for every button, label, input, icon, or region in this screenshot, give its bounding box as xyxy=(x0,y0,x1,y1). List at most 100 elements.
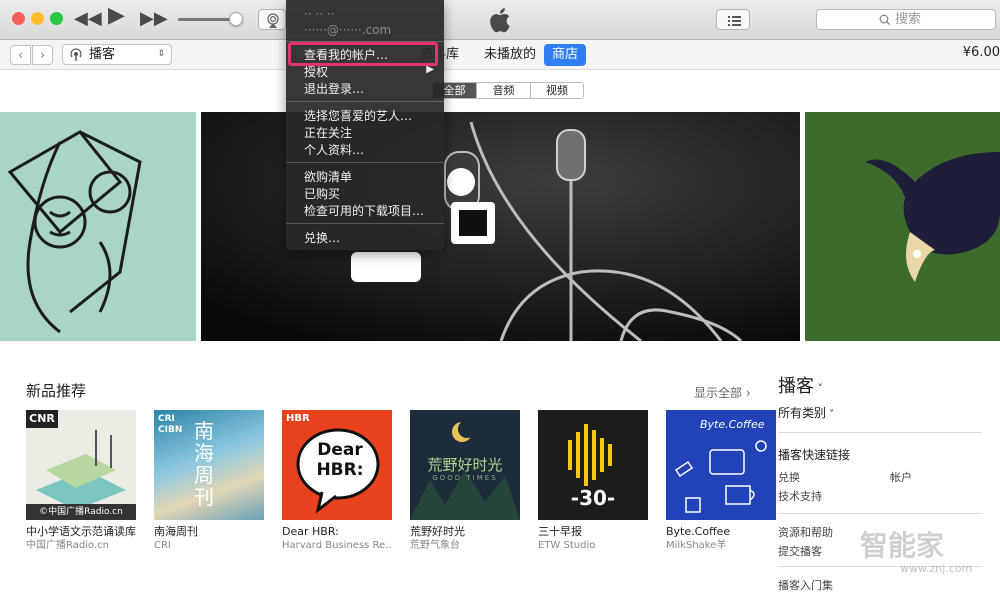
podcast-card[interactable]: HBR Dear HBR: Dear HBR: Harvard Business… xyxy=(282,410,392,552)
podcast-card[interactable]: 荒野好时光 GOOD TIMES 荒野好时光 荒野气象台 xyxy=(410,410,520,552)
divider xyxy=(778,432,982,433)
sidebar-title[interactable]: 播客 ˅ xyxy=(778,372,823,398)
podcast-author[interactable]: Harvard Business Re... xyxy=(282,539,392,552)
featured-banner-left[interactable] xyxy=(0,112,196,341)
podcast-title[interactable]: Dear HBR: xyxy=(282,525,392,539)
airplay-button[interactable] xyxy=(258,9,286,30)
podcast-title[interactable]: 南海周刊 xyxy=(154,525,264,539)
artwork-logo-text: CRI CIBN xyxy=(158,414,183,435)
sidebar-title-label: 播客 xyxy=(778,376,814,397)
resources-title: 资源和帮助 xyxy=(778,526,833,539)
minimize-window-button[interactable] xyxy=(31,12,44,25)
menu-separator xyxy=(286,162,444,163)
podcast-card[interactable]: CNR ©中国广播Radio.cn 中小学语文示范诵读库 中国广播Radio.c… xyxy=(26,410,136,552)
category-select[interactable]: 所有类别 ˅ xyxy=(778,404,834,421)
chevron-down-icon: ˅ xyxy=(814,382,823,395)
menu-item-sign-out[interactable]: 退出登录… xyxy=(304,81,364,97)
artwork-caption: ©中国广播Radio.cn xyxy=(26,504,136,520)
close-window-button[interactable] xyxy=(12,12,25,25)
link-submit-podcast[interactable]: 提交播客 xyxy=(778,543,822,559)
podcast-card[interactable]: CRI CIBN 南海周刊 南海周刊 CRI xyxy=(154,410,264,552)
media-filter-segments: 全部 音频 视频 xyxy=(432,82,584,99)
back-button[interactable]: ‹ xyxy=(10,45,31,65)
illustration-reading-women xyxy=(7,130,142,334)
podcast-artwork: CRI CIBN 南海周刊 xyxy=(154,410,264,520)
account-user-email: ······@······.com xyxy=(304,23,392,37)
search-icon xyxy=(879,10,891,35)
search-input[interactable]: 搜索 xyxy=(816,9,996,30)
menu-item-profile[interactable]: 个人资料… xyxy=(304,142,364,158)
artwork-caption: GOOD TIMES xyxy=(432,474,498,482)
menu-item-purchased[interactable]: 已购买 xyxy=(304,186,340,202)
rewind-icon[interactable]: ◀◀ xyxy=(74,8,102,30)
podcast-title[interactable]: 荒野好时光 xyxy=(410,525,520,539)
search-placeholder: 搜索 xyxy=(895,12,922,27)
link-account[interactable]: 帐户 xyxy=(890,469,912,485)
podcast-card[interactable]: Byte.Coffee Byte.Coffee MilkShake羊 xyxy=(666,410,776,552)
menu-item-choose-artists[interactable]: 选择您喜爱的艺人… xyxy=(304,108,412,124)
up-next-button[interactable] xyxy=(716,9,750,30)
podcast-artwork: Byte.Coffee xyxy=(666,410,776,520)
menu-item-following[interactable]: 正在关注 xyxy=(304,125,352,141)
menu-separator xyxy=(286,101,444,102)
list-icon xyxy=(728,16,741,26)
select-arrows-icon: ⇕ xyxy=(157,49,165,59)
podcast-author[interactable]: MilkShake羊 xyxy=(666,539,776,552)
menu-item-wish-list[interactable]: 欲购清单 xyxy=(304,169,352,185)
volume-knob[interactable] xyxy=(229,12,243,26)
section-title: 新品推荐 xyxy=(26,382,87,400)
podcast-title[interactable]: 中小学语文示范诵读库 xyxy=(26,525,136,539)
featured-banner-right[interactable] xyxy=(805,112,1000,341)
podcast-icon xyxy=(69,48,83,68)
forward-button[interactable]: › xyxy=(32,45,53,65)
quick-links-title: 播客快速链接 xyxy=(778,448,851,462)
link-support[interactable]: 技术支持 xyxy=(778,488,822,504)
podcast-title[interactable]: 三十早报 xyxy=(538,525,648,539)
account-user-name: ·· ·· ·· xyxy=(304,7,335,21)
airplay-icon xyxy=(267,13,279,28)
navigation-bar: ‹ › 播客 ⇕ 资料库 未播放的 商店 ¥6.00 xyxy=(0,40,1000,70)
swallow-bird-artwork xyxy=(805,112,1000,341)
coffee-doodle-icon xyxy=(674,440,767,513)
podcast-artwork: 荒野好时光 GOOD TIMES xyxy=(410,410,520,520)
media-type-select[interactable]: 播客 ⇕ xyxy=(62,44,172,65)
podcast-artwork: CNR ©中国广播Radio.cn xyxy=(26,410,136,520)
chevron-down-icon: ˅ xyxy=(826,409,835,420)
podcast-card[interactable]: -30- 三十早报 ETW Studio xyxy=(538,410,648,552)
apple-icon xyxy=(488,6,514,34)
title-bar: ◀◀ ▶ ▶▶ 搜索 xyxy=(0,0,1000,40)
link-redeem[interactable]: 兑换 xyxy=(778,469,800,485)
podcast-artwork: -30- xyxy=(538,410,648,520)
menu-item-redeem[interactable]: 兑换… xyxy=(304,230,340,246)
category-label: 所有类别 xyxy=(778,406,827,420)
play-icon[interactable]: ▶ xyxy=(108,5,125,27)
tab-unplayed[interactable]: 未播放的 xyxy=(484,44,536,66)
account-menu: ·· ·· ·· ······@······.com 查看我的帐户… 授权 ▶ … xyxy=(286,0,444,250)
artwork-title-text: -30- xyxy=(570,486,616,510)
menu-item-authorizations[interactable]: 授权 xyxy=(304,64,328,80)
segment-audio[interactable]: 音频 xyxy=(477,83,531,98)
zoom-window-button[interactable] xyxy=(50,12,63,25)
see-all-label: 显示全部 xyxy=(694,386,743,400)
podcast-author[interactable]: 荒野气象台 xyxy=(410,539,520,552)
fast-forward-icon[interactable]: ▶▶ xyxy=(140,8,168,30)
watermark-text: 智能家 xyxy=(860,529,945,562)
artwork-title-text: 南海周刊 xyxy=(194,419,214,509)
account-balance: ¥6.00 xyxy=(962,45,1000,60)
link-podcast-starter[interactable]: 播客入门集 xyxy=(778,577,833,593)
divider xyxy=(778,513,982,514)
segment-video[interactable]: 视频 xyxy=(531,83,583,98)
menu-separator xyxy=(286,223,444,224)
media-type-label: 播客 xyxy=(89,47,116,62)
watermark-url: www.znj.com xyxy=(900,562,973,575)
artwork-title-text: 荒野好时光 xyxy=(427,456,503,474)
see-all-link[interactable]: 显示全部 › xyxy=(694,384,751,401)
menu-item-check-downloads[interactable]: 检查可用的下载项目… xyxy=(304,203,424,219)
podcast-author[interactable]: CRI xyxy=(154,539,264,552)
tab-store[interactable]: 商店 xyxy=(544,44,587,66)
podcast-author[interactable]: 中国广播Radio.cn xyxy=(26,539,136,552)
podcast-author[interactable]: ETW Studio xyxy=(538,539,648,552)
podcast-title[interactable]: Byte.Coffee xyxy=(666,525,776,539)
highlight-box xyxy=(288,42,438,66)
artwork-title-text: Dear HBR: xyxy=(316,440,364,480)
